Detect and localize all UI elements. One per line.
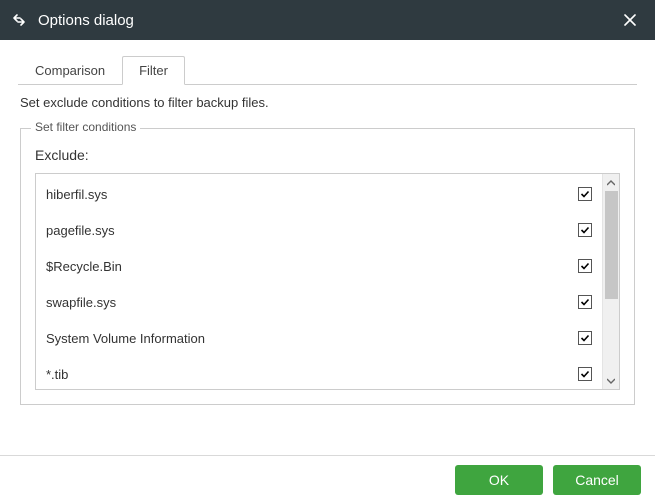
list-item-checkbox[interactable] — [578, 223, 592, 237]
list-item-label: swapfile.sys — [46, 295, 116, 310]
list-item-checkbox[interactable] — [578, 295, 592, 309]
scroll-down-button[interactable] — [603, 372, 619, 389]
list-item-checkbox[interactable] — [578, 259, 592, 273]
exclude-list-box: hiberfil.sys pagefile.sys $Recycle.Bin swap… — [35, 173, 620, 390]
tab-description: Set exclude conditions to filter backup … — [20, 95, 637, 110]
list-item[interactable]: pagefile.sys — [36, 212, 602, 248]
check-icon — [580, 225, 590, 235]
list-item-label: *.tib — [46, 367, 68, 382]
ok-button[interactable]: OK — [455, 465, 543, 495]
fieldset-legend: Set filter conditions — [31, 120, 140, 134]
list-item-checkbox[interactable] — [578, 187, 592, 201]
app-icon — [10, 11, 28, 29]
titlebar: Options dialog — [0, 0, 655, 40]
scroll-up-button[interactable] — [603, 174, 619, 191]
tab-comparison[interactable]: Comparison — [18, 56, 122, 85]
list-item[interactable]: $Recycle.Bin — [36, 248, 602, 284]
close-button[interactable] — [615, 5, 645, 35]
check-icon — [580, 261, 590, 271]
filter-conditions-fieldset: Set filter conditions Exclude: hiberfil.… — [20, 128, 635, 405]
check-icon — [580, 297, 590, 307]
list-item[interactable]: *.tib — [36, 356, 602, 389]
list-item-label: System Volume Information — [46, 331, 205, 346]
chevron-up-icon — [607, 180, 615, 186]
list-item[interactable]: swapfile.sys — [36, 284, 602, 320]
check-icon — [580, 333, 590, 343]
tab-filter[interactable]: Filter — [122, 56, 185, 85]
cancel-button[interactable]: Cancel — [553, 465, 641, 495]
dialog-footer: OK Cancel — [0, 455, 655, 503]
list-item-checkbox[interactable] — [578, 367, 592, 381]
window-title: Options dialog — [38, 12, 615, 29]
scrollbar[interactable] — [602, 174, 619, 389]
list-item[interactable]: hiberfil.sys — [36, 176, 602, 212]
exclude-list: hiberfil.sys pagefile.sys $Recycle.Bin swap… — [36, 174, 602, 389]
list-item-checkbox[interactable] — [578, 331, 592, 345]
tab-bar: Comparison Filter — [18, 56, 637, 85]
content-area: Comparison Filter Set exclude conditions… — [0, 40, 655, 405]
check-icon — [580, 189, 590, 199]
list-item-label: hiberfil.sys — [46, 187, 107, 202]
check-icon — [580, 369, 590, 379]
exclude-label: Exclude: — [35, 147, 620, 163]
close-icon — [623, 13, 637, 27]
list-item-label: pagefile.sys — [46, 223, 115, 238]
list-item[interactable]: System Volume Information — [36, 320, 602, 356]
chevron-down-icon — [607, 378, 615, 384]
list-item-label: $Recycle.Bin — [46, 259, 122, 274]
scroll-thumb[interactable] — [605, 191, 618, 299]
